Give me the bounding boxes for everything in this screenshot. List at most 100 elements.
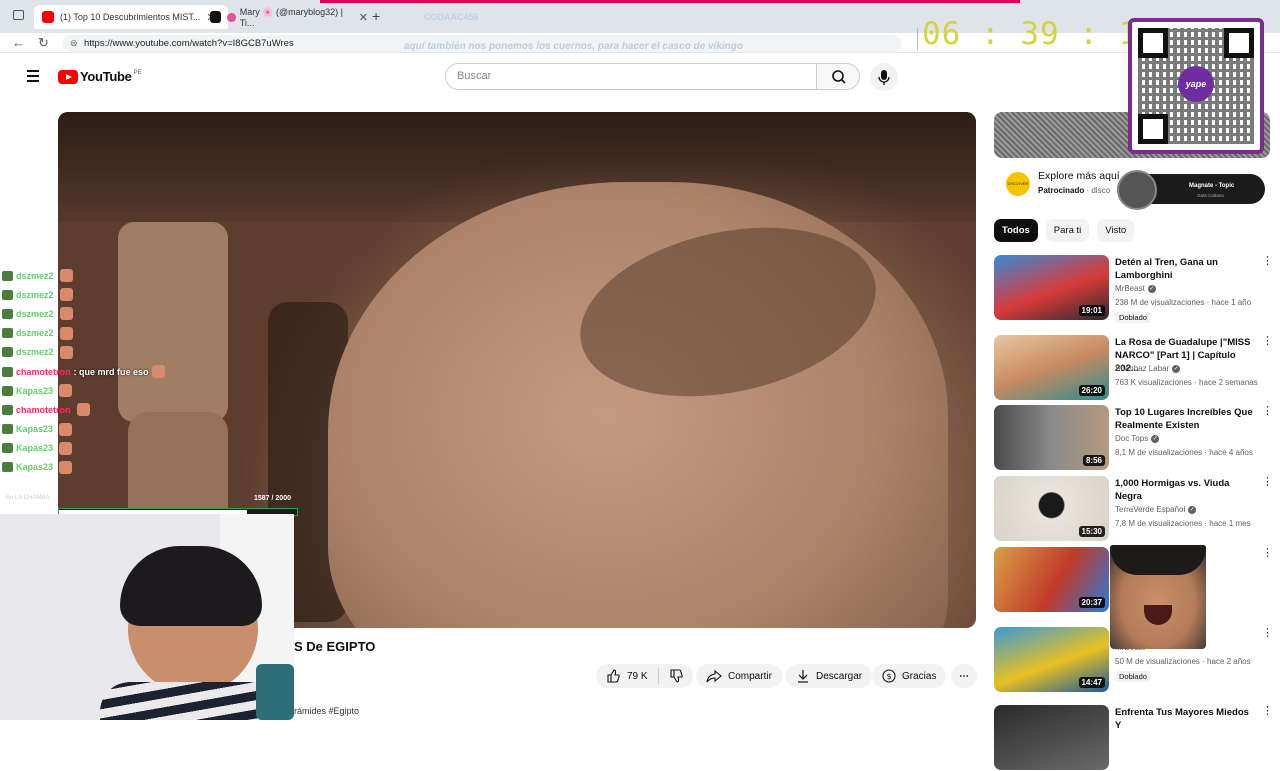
video-duration: 26:20 bbox=[1078, 385, 1105, 396]
reload-icon[interactable]: ↻ bbox=[38, 35, 49, 51]
goal-label: En LA CHAMBA bbox=[6, 495, 50, 501]
like-dislike-group: 79 K bbox=[596, 664, 693, 688]
chat-username: dszmez2 bbox=[16, 289, 54, 300]
more-options-icon[interactable]: ⋮ bbox=[1262, 406, 1273, 417]
video-thumbnail[interactable]: 20:37 bbox=[994, 547, 1109, 612]
recommended-title[interactable]: Detén al Tren, Gana un Lamborghini bbox=[1115, 256, 1255, 282]
tab-tiktok[interactable]: Mary 🌸 (@maryblog32) | Ti... ✕ bbox=[202, 5, 368, 29]
qr-finder bbox=[1138, 114, 1168, 144]
recommended-video[interactable]: 26:20 La Rosa de Guadalupe |"MISS NARCO" … bbox=[994, 335, 1274, 401]
youtube-logo[interactable]: YouTube PE bbox=[58, 69, 142, 84]
chat-username: Kapas23 bbox=[16, 385, 54, 396]
voice-search-button[interactable] bbox=[870, 63, 898, 91]
video-thumbnail[interactable] bbox=[994, 705, 1109, 770]
hamburger-menu-icon[interactable] bbox=[27, 70, 39, 85]
video-thumbnail[interactable]: 26:20 bbox=[994, 335, 1109, 400]
video-duration: 8:56 bbox=[1082, 455, 1105, 466]
channel-line[interactable]: MrBeast ✓ bbox=[1115, 284, 1156, 293]
tab-label: Mary 🌸 (@maryblog32) | Ti... bbox=[239, 6, 343, 28]
reaction-mouth bbox=[1144, 605, 1172, 625]
share-label: Compartir bbox=[728, 670, 772, 682]
qr-finder bbox=[1138, 28, 1168, 58]
chip-todos[interactable]: Todos bbox=[994, 219, 1038, 242]
recommended-title[interactable]: Top 10 Lugares Increíbles Que Realmente … bbox=[1115, 406, 1255, 432]
search-icon bbox=[832, 70, 846, 84]
video-mummy-shape bbox=[328, 182, 948, 628]
chat-message: dszmez2 bbox=[2, 266, 202, 285]
new-tab-button[interactable]: + bbox=[372, 8, 380, 24]
video-hashtags[interactable]: rámides #Egipto bbox=[294, 706, 359, 716]
like-button[interactable]: 79 K bbox=[596, 664, 693, 688]
divider bbox=[657, 668, 659, 684]
download-group: Descargar bbox=[786, 664, 873, 688]
chip-visto[interactable]: Visto bbox=[1097, 219, 1135, 242]
share-group: Compartir bbox=[696, 664, 782, 688]
yape-logo: yape bbox=[1178, 66, 1214, 102]
view-meta: 7,8 M de visualizaciones · hace 1 mes bbox=[1115, 519, 1251, 528]
tab-overview-icon[interactable] bbox=[13, 10, 24, 20]
channel-line[interactable]: Doc Tops ✓ bbox=[1115, 434, 1160, 443]
chat-emote-icon bbox=[59, 269, 73, 283]
channel-line[interactable]: Shahbaz Labar ✓ bbox=[1115, 364, 1181, 373]
dubbed-badge: Doblado bbox=[1115, 312, 1151, 323]
chat-message: chamotetron: que mrd fue eso bbox=[2, 362, 202, 381]
overlay-subtitle-text: aquí también nos ponemos los cuernos, pa… bbox=[404, 41, 743, 52]
thanks-group: $ Gracias bbox=[872, 664, 947, 688]
recommended-video[interactable]: Enfrenta Tus Mayores Miedos Y ⋮ bbox=[994, 705, 1274, 771]
search-input[interactable]: Buscar bbox=[445, 63, 817, 90]
chat-username: chamotetron bbox=[16, 404, 71, 415]
chat-badge-icon bbox=[2, 385, 13, 396]
more-options-icon[interactable]: ⋮ bbox=[1262, 477, 1273, 488]
chat-message: dszmez2 bbox=[2, 285, 202, 304]
dubbed-badge: Doblado bbox=[1115, 671, 1151, 682]
recommended-title[interactable]: Enfrenta Tus Mayores Miedos Y bbox=[1115, 706, 1255, 732]
recommended-video[interactable]: 15:30 1,000 Hormigas vs. Viuda Negra Terra… bbox=[994, 476, 1274, 542]
chip-para-ti[interactable]: Para ti bbox=[1045, 219, 1090, 242]
url-text: https://www.youtube.com/watch?v=I8GCB7uW… bbox=[84, 38, 294, 49]
channel-name: MrBeast bbox=[1115, 284, 1145, 293]
channel-name: Doc Tops bbox=[1115, 434, 1149, 443]
video-thumbnail[interactable]: 14:47 bbox=[994, 627, 1109, 692]
share-button[interactable]: Compartir bbox=[696, 664, 782, 688]
download-button[interactable]: Descargar bbox=[786, 664, 873, 688]
recommended-video[interactable]: 8:56 Top 10 Lugares Increíbles Que Realme… bbox=[994, 405, 1274, 471]
more-actions-icon[interactable]: ⋯ bbox=[951, 664, 977, 688]
more-options-icon[interactable]: ⋮ bbox=[1262, 706, 1273, 717]
chat-emote-icon bbox=[76, 403, 90, 417]
chat-badge-icon bbox=[2, 270, 13, 281]
video-duration: 19:01 bbox=[1078, 305, 1105, 316]
chat-message: chamotetron bbox=[2, 400, 202, 419]
video-thumbnail[interactable]: 19:01 bbox=[994, 255, 1109, 320]
thumbs-down-icon[interactable] bbox=[669, 669, 683, 683]
youtube-wordmark: YouTube bbox=[80, 69, 132, 84]
video-thumbnail[interactable]: 15:30 bbox=[994, 476, 1109, 541]
video-duration: 20:37 bbox=[1078, 597, 1105, 608]
tab-label: (1) Top 10 Descubrimientos MIST... bbox=[60, 12, 201, 22]
tab-youtube[interactable]: (1) Top 10 Descubrimientos MIST... ✕ bbox=[34, 5, 228, 29]
video-thumbnail[interactable]: 8:56 bbox=[994, 405, 1109, 470]
thanks-button[interactable]: $ Gracias bbox=[872, 664, 947, 688]
webcam-microphone bbox=[256, 664, 294, 720]
back-arrow-icon[interactable]: ← bbox=[12, 35, 25, 50]
now-playing-overlay: Magnate - Topic Gata Cattana bbox=[1117, 170, 1265, 210]
chat-emote-icon bbox=[59, 460, 73, 474]
now-playing-artist: Gata Cattana bbox=[1197, 193, 1224, 198]
webcam-shirt bbox=[100, 682, 280, 720]
recommended-title[interactable]: 1,000 Hormigas vs. Viuda Negra bbox=[1115, 477, 1255, 503]
more-options-icon[interactable]: ⋮ bbox=[1262, 548, 1273, 559]
more-options-icon[interactable]: ⋮ bbox=[1262, 256, 1273, 267]
search-button[interactable] bbox=[816, 63, 860, 90]
close-tab-icon[interactable]: ✕ bbox=[359, 11, 368, 24]
more-options-icon[interactable]: ⋮ bbox=[1262, 628, 1273, 639]
chat-username: dszmez2 bbox=[16, 347, 54, 358]
channel-line[interactable]: TerraVerde Español ✓ bbox=[1115, 505, 1197, 514]
ad-logo: DISCOVER bbox=[1006, 172, 1030, 196]
youtube-header: YouTube PE Buscar bbox=[0, 56, 1280, 96]
recommended-video[interactable]: 19:01 Detén al Tren, Gana un Lamborghini M… bbox=[994, 255, 1274, 323]
chat-badge-icon bbox=[2, 366, 13, 377]
stream-chat-overlay: dszmez2 dszmez2 dszmez2 dszmez2 dszmez2 chamo… bbox=[2, 266, 202, 477]
more-options-icon[interactable]: ⋮ bbox=[1262, 336, 1273, 347]
chat-username: Kapas23 bbox=[16, 462, 54, 473]
chat-badge-icon bbox=[2, 289, 13, 300]
site-info-icon[interactable]: ⊜ bbox=[70, 35, 78, 52]
